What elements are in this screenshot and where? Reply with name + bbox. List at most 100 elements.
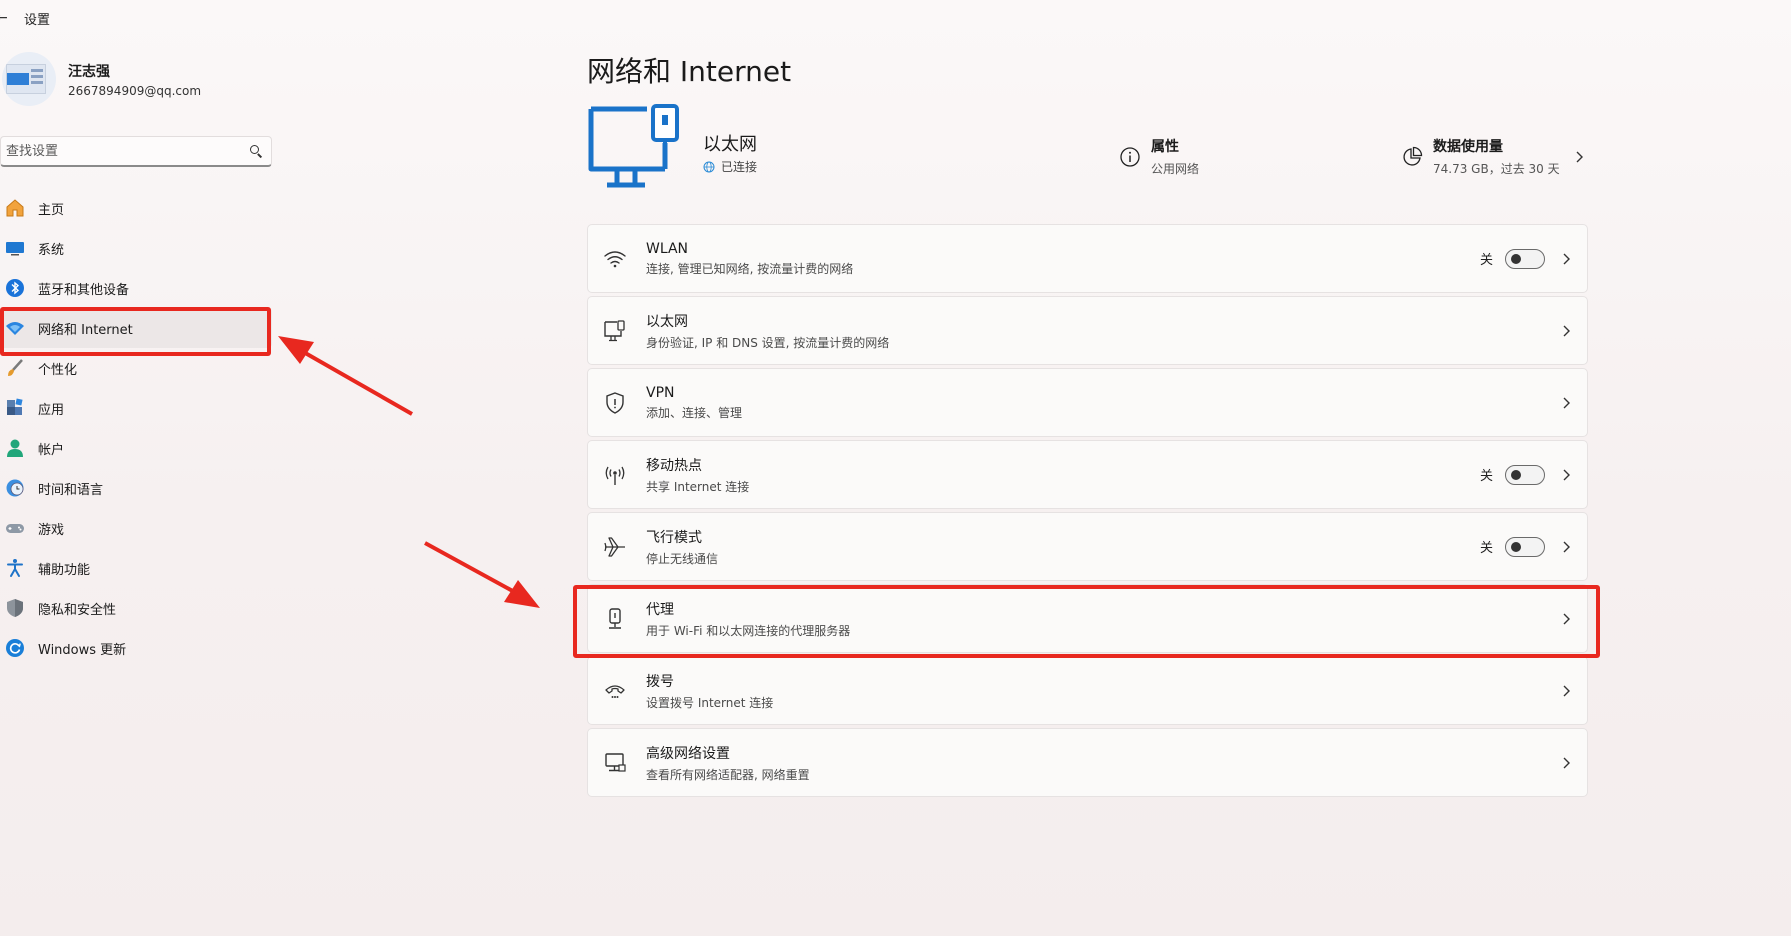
chevron-right-icon <box>1563 541 1570 552</box>
vpn-shield-icon <box>602 390 628 416</box>
properties-title: 属性 <box>1151 139 1179 155</box>
sidebar-item-time[interactable]: 时间和语言 <box>0 468 272 508</box>
sidebar-item-label: 蓝牙和其他设备 <box>38 282 130 298</box>
sidebar-item-label: 系统 <box>38 242 65 258</box>
card-title: 拨号 <box>646 673 674 690</box>
card-ethernet[interactable]: 以太网 身份验证, IP 和 DNS 设置, 按流量计费的网络 <box>587 296 1588 365</box>
card-title: 飞行模式 <box>646 529 702 546</box>
ethernet-icon <box>602 318 628 344</box>
airplane-icon <box>602 534 628 560</box>
sidebar-item-label: 隐私和安全性 <box>38 602 117 618</box>
system-monitor-icon <box>4 237 26 259</box>
info-icon <box>1120 146 1140 167</box>
sidebar-item-label: 游戏 <box>38 522 65 538</box>
sidebar-item-system[interactable]: 系统 <box>0 228 272 268</box>
sidebar-item-label: Windows 更新 <box>38 642 127 658</box>
toggle-state-label: 关 <box>1479 253 1493 268</box>
settings-cards: WLAN 连接, 管理已知网络, 按流量计费的网络 关 以太网 身份验证, IP… <box>587 224 1588 800</box>
data-usage-subtitle: 74.73 GB，过去 30 天 <box>1433 162 1560 176</box>
chevron-right-icon <box>1563 685 1570 696</box>
sidebar-item-label: 应用 <box>38 402 65 418</box>
connection-summary: 以太网 已连接 属性 公用网络 数据使用量 74.73 GB，过去 30 天 <box>587 103 1587 198</box>
search-input[interactable] <box>6 143 249 159</box>
chevron-right-icon <box>1563 253 1570 264</box>
user-email: 2667894909@qq.com <box>68 83 202 98</box>
card-title: VPN <box>646 384 675 401</box>
search-icon[interactable] <box>249 144 263 158</box>
chevron-right-icon <box>1563 397 1570 408</box>
clock-globe-icon <box>4 477 26 499</box>
app-title: 设置 <box>24 12 51 28</box>
chevron-right-icon <box>1563 325 1570 336</box>
card-desc: 身份验证, IP 和 DNS 设置, 按流量计费的网络 <box>646 335 890 350</box>
card-desc: 共享 Internet 连接 <box>646 479 750 494</box>
apps-icon <box>4 397 26 419</box>
sidebar-item-label: 辅助功能 <box>38 562 91 578</box>
user-name: 汪志强 <box>68 63 110 80</box>
wifi-icon <box>602 246 628 272</box>
connection-status-text: 已连接 <box>721 160 758 174</box>
card-vpn[interactable]: VPN 添加、连接、管理 <box>587 368 1588 437</box>
toggle-state-label: 关 <box>1479 541 1493 556</box>
card-title: 移动热点 <box>646 457 702 474</box>
user-profile[interactable]: 汪志强 2667894909@qq.com <box>0 52 201 106</box>
hotspot-toggle[interactable] <box>1505 464 1545 485</box>
data-usage-link[interactable]: 数据使用量 74.73 GB，过去 30 天 <box>1401 136 1584 177</box>
brush-icon <box>4 357 26 379</box>
sidebar-nav: 主页 系统 蓝牙和其他设备 网络和 Internet 个性化 应用 帐户 时间和… <box>0 188 272 668</box>
airplane-toggle[interactable] <box>1505 536 1545 557</box>
sidebar-item-label: 时间和语言 <box>38 482 104 498</box>
chevron-right-icon <box>1576 151 1583 162</box>
sidebar-item-home[interactable]: 主页 <box>0 188 272 228</box>
sidebar-item-bluetooth[interactable]: 蓝牙和其他设备 <box>0 268 272 308</box>
card-desc: 连接, 管理已知网络, 按流量计费的网络 <box>646 261 854 276</box>
sidebar-item-label: 主页 <box>38 202 65 218</box>
gamepad-icon <box>4 517 26 539</box>
bluetooth-icon <box>4 277 26 299</box>
globe-icon <box>703 161 715 172</box>
home-icon <box>4 197 26 219</box>
card-desc: 停止无线通信 <box>646 551 719 566</box>
ethernet-monitor-icon <box>588 104 679 188</box>
properties-subtitle: 公用网络 <box>1151 162 1200 176</box>
card-title: 高级网络设置 <box>646 745 730 762</box>
page-title: 网络和 Internet <box>587 55 792 88</box>
refresh-icon <box>4 637 26 659</box>
shield-icon <box>4 597 26 619</box>
person-icon <box>4 437 26 459</box>
card-desc: 设置拨号 Internet 连接 <box>646 695 774 710</box>
hotspot-icon <box>602 462 628 488</box>
sidebar-item-apps[interactable]: 应用 <box>0 388 272 428</box>
sidebar-item-privacy[interactable]: 隐私和安全性 <box>0 588 272 628</box>
back-arrow-icon[interactable]: ← <box>0 10 10 26</box>
annotation-highlight-network <box>0 307 271 356</box>
card-desc: 添加、连接、管理 <box>646 405 743 420</box>
card-wlan[interactable]: WLAN 连接, 管理已知网络, 按流量计费的网络 关 <box>587 224 1588 293</box>
properties-link[interactable]: 属性 公用网络 <box>1119 136 1199 177</box>
accessibility-icon <box>4 557 26 579</box>
search-box <box>0 136 272 167</box>
advanced-network-icon <box>602 750 628 776</box>
sidebar-item-update[interactable]: Windows 更新 <box>0 628 272 668</box>
chevron-right-icon <box>1563 757 1570 768</box>
pie-chart-icon <box>1403 146 1423 166</box>
card-dialup[interactable]: 拨号 设置拨号 Internet 连接 <box>587 656 1588 725</box>
card-airplane[interactable]: 飞行模式 停止无线通信 关 <box>587 512 1588 581</box>
sidebar-item-gaming[interactable]: 游戏 <box>0 508 272 548</box>
title-bar: ← 设置 <box>0 8 50 28</box>
sidebar-item-accessibility[interactable]: 辅助功能 <box>0 548 272 588</box>
toggle-state-label: 关 <box>1479 469 1493 484</box>
card-hotspot[interactable]: 移动热点 共享 Internet 连接 关 <box>587 440 1588 509</box>
connection-name: 以太网 <box>703 134 757 155</box>
wlan-toggle[interactable] <box>1505 248 1545 269</box>
card-desc: 查看所有网络适配器, 网络重置 <box>646 767 810 782</box>
card-advanced[interactable]: 高级网络设置 查看所有网络适配器, 网络重置 <box>587 728 1588 797</box>
sidebar-item-accounts[interactable]: 帐户 <box>0 428 272 468</box>
dialup-icon <box>602 678 628 704</box>
card-title: 以太网 <box>646 313 688 330</box>
chevron-right-icon <box>1563 469 1570 480</box>
data-usage-title: 数据使用量 <box>1433 139 1503 155</box>
sidebar-item-label: 个性化 <box>38 362 78 378</box>
connection-status: 已连接 <box>703 158 757 175</box>
card-title: WLAN <box>646 240 689 257</box>
